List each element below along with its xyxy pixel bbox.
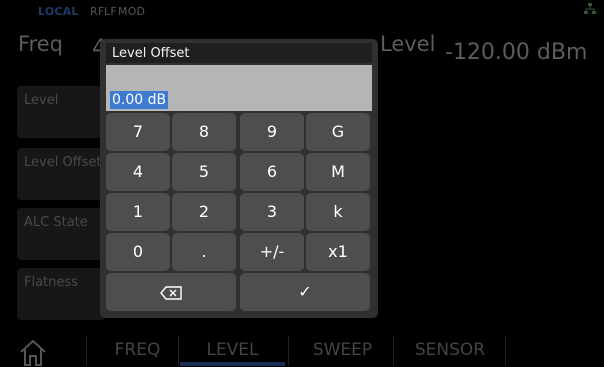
level-offset-dialog: Level Offset 0.00 dB 7 8 9 G 4 5 6 M 1 2…: [100, 39, 378, 318]
tab-sweep[interactable]: SWEEP: [290, 334, 395, 367]
softkey-alc-state[interactable]: ALC State: [17, 208, 105, 260]
level-value[interactable]: -120.00 dBm: [445, 40, 587, 65]
level-label[interactable]: Level: [380, 32, 435, 56]
status-bar: LOCAL RF LF MOD: [0, 0, 604, 22]
backspace-button[interactable]: [106, 273, 236, 311]
nav-divider: [288, 336, 289, 366]
status-lf: LF: [104, 5, 117, 18]
key-mega[interactable]: M: [306, 153, 370, 191]
key-4[interactable]: 4: [106, 153, 170, 191]
key-plus-minus[interactable]: +/-: [240, 233, 304, 271]
softkey-flatness[interactable]: Flatness: [17, 268, 105, 320]
checkmark-icon: ✓: [298, 282, 312, 301]
nav-divider: [505, 336, 506, 366]
bottom-nav: FREQ LEVEL SWEEP SENSOR: [0, 334, 604, 367]
softkey-level-offset[interactable]: Level Offset: [17, 148, 105, 200]
tab-sensor[interactable]: SENSOR: [395, 334, 505, 367]
tab-freq[interactable]: FREQ: [95, 334, 180, 367]
tab-active-indicator: [180, 362, 285, 366]
nav-divider: [393, 336, 394, 366]
softkey-level[interactable]: Level: [17, 86, 105, 138]
key-x1[interactable]: x1: [306, 233, 370, 271]
key-3[interactable]: 3: [240, 193, 304, 231]
key-7[interactable]: 7: [106, 113, 170, 151]
entry-value[interactable]: 0.00 dB: [110, 91, 169, 109]
key-5[interactable]: 5: [172, 153, 236, 191]
dialog-title: Level Offset: [106, 43, 372, 63]
network-icon: [584, 3, 596, 15]
key-6[interactable]: 6: [240, 153, 304, 191]
home-icon[interactable]: [18, 337, 48, 367]
key-2[interactable]: 2: [172, 193, 236, 231]
value-entry-field[interactable]: 0.00 dB: [106, 65, 372, 111]
freq-label[interactable]: Freq: [18, 32, 63, 56]
key-8[interactable]: 8: [172, 113, 236, 151]
key-kilo[interactable]: k: [306, 193, 370, 231]
status-local: LOCAL: [38, 5, 79, 18]
enter-button[interactable]: ✓: [240, 273, 370, 311]
nav-divider: [178, 336, 179, 366]
status-mod: MOD: [118, 5, 146, 18]
key-9[interactable]: 9: [240, 113, 304, 151]
key-giga[interactable]: G: [306, 113, 370, 151]
key-1[interactable]: 1: [106, 193, 170, 231]
nav-divider: [86, 336, 87, 366]
backspace-icon: [160, 282, 182, 301]
status-rf: RF: [90, 5, 105, 18]
key-decimal[interactable]: .: [172, 233, 236, 271]
key-0[interactable]: 0: [106, 233, 170, 271]
